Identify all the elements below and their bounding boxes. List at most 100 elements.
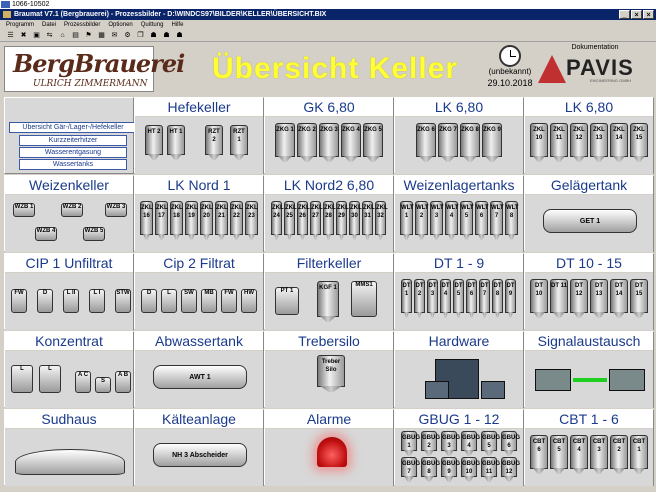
tank[interactable]: ZKL 20 <box>200 201 213 235</box>
tank[interactable]: DT 11 <box>550 279 568 313</box>
tank[interactable]: CBT 1 <box>630 435 648 469</box>
cell-abwasser[interactable]: Abwassertank AWT 1 <box>134 331 264 408</box>
tank[interactable]: ZKG 1 <box>275 123 295 157</box>
cell-weizenlager[interactable]: Weizenlagertanks WLT 1 WLT 2 WLT 3 WLT 4 WLT … <box>394 175 524 252</box>
cip-tank[interactable]: SW <box>181 289 197 313</box>
tank[interactable]: ZKL 12 <box>570 123 588 157</box>
hardware-icon[interactable] <box>425 381 449 399</box>
cell-kaelte[interactable]: Kälteanlage NH 3 Abscheider <box>134 409 264 486</box>
tank[interactable]: DT 1 <box>401 279 412 313</box>
cell-dt19[interactable]: DT 1 - 9 DT 1 DT 2 DT 3 DT 4 DT 5 DT 6 DT 7 DT 8… <box>394 253 524 330</box>
tank[interactable]: WLT 6 <box>475 201 489 235</box>
cell-title[interactable]: Weizenkeller <box>5 176 133 194</box>
cell-title[interactable]: Filterkeller <box>265 254 393 272</box>
tank[interactable]: ZKL 19 <box>185 201 198 235</box>
tank[interactable]: ZKG 4 <box>341 123 361 157</box>
concentrate-tank[interactable]: L <box>11 365 33 393</box>
wzb-tank[interactable]: WZB 5 <box>83 227 105 241</box>
concentrate-tank[interactable]: S <box>95 377 111 393</box>
menu-hilfe[interactable]: Hilfe <box>171 20 183 30</box>
toolbar-icon[interactable]: ✉ <box>110 32 119 40</box>
gbug-tank[interactable]: GBUG 4 <box>461 431 480 451</box>
tank[interactable]: DT 12 <box>570 279 588 313</box>
tank[interactable]: ZKL 25 <box>284 201 297 235</box>
pressure-tank[interactable]: PT 1 <box>275 287 299 315</box>
gbug-tank[interactable]: GBUG 11 <box>481 457 500 477</box>
cell-lknord1[interactable]: LK Nord 1 ZKL 16 ZKL 17 ZKL 18 ZKL 19 ZKL 20 Z… <box>134 175 264 252</box>
cell-lknord2[interactable]: LK Nord2 6,80 ZKL 24 ZKL 25 ZKL 26 ZKL 27 ZKL… <box>264 175 394 252</box>
menu-optionen[interactable]: Optionen <box>108 20 132 30</box>
tank[interactable]: ZKG 9 <box>482 123 502 157</box>
cell-hardware[interactable]: Hardware <box>394 331 524 408</box>
close-button[interactable]: × <box>643 10 654 19</box>
gbug-tank[interactable]: GBUG 6 <box>501 431 520 451</box>
tank[interactable]: DT 6 <box>466 279 477 313</box>
cell-sudhaus[interactable]: Sudhaus <box>4 409 134 486</box>
cip-tank[interactable]: FW <box>11 289 27 313</box>
tank[interactable]: WLT 7 <box>490 201 504 235</box>
tank[interactable]: CBT 3 <box>590 435 608 469</box>
tank[interactable]: ZKL 31 <box>362 201 375 235</box>
cell-lk2[interactable]: LK 6,80 ZKL 10 ZKL 11 ZKL 12 ZKL 13 ZKL 14 ZKL… <box>524 97 654 174</box>
cell-gelaeger[interactable]: Gelägertank GET 1 <box>524 175 654 252</box>
horizontal-tank[interactable]: GET 1 <box>543 209 637 233</box>
cell-title[interactable]: Kälteanlage <box>135 410 263 428</box>
cip-tank[interactable]: L II <box>63 289 79 313</box>
nav-kurzzeiterhitzer-button[interactable]: Kurzzeiterhitzer <box>19 135 127 146</box>
cip-tank[interactable]: MB <box>201 289 217 313</box>
cell-dt1015[interactable]: DT 10 - 15 DT 10 DT 11 DT 12 DT 13 DT 14 DT 15 <box>524 253 654 330</box>
cell-title[interactable]: GBUG 1 - 12 <box>395 410 523 428</box>
cell-title[interactable]: Trebersilo <box>265 332 393 350</box>
cell-title[interactable]: Hefekeller <box>135 98 263 116</box>
cell-cip2[interactable]: Cip 2 Filtrat D L SW MB FW HW <box>134 253 264 330</box>
tank[interactable]: ZKL 16 <box>140 201 153 235</box>
gbug-tank[interactable]: GBUG 12 <box>501 457 520 477</box>
tank[interactable]: WLT 2 <box>415 201 429 235</box>
signal-device-icon[interactable] <box>609 369 645 391</box>
tank[interactable]: DT 15 <box>630 279 648 313</box>
concentrate-tank[interactable]: A B <box>115 371 131 393</box>
toolbar-icon[interactable]: ☰ <box>6 32 15 40</box>
cell-title[interactable]: DT 10 - 15 <box>525 254 653 272</box>
tank[interactable]: ZKL 30 <box>349 201 362 235</box>
tank[interactable]: RZT 2 <box>205 125 223 155</box>
tank[interactable]: RZT 1 <box>230 125 248 155</box>
gbug-tank[interactable]: GBUG 8 <box>421 457 440 477</box>
toolbar-icon[interactable]: ⇆ <box>45 32 54 40</box>
cell-title[interactable]: Sudhaus <box>5 410 133 428</box>
cell-title[interactable]: Weizenlagertanks <box>395 176 523 194</box>
tank[interactable]: DT 7 <box>479 279 490 313</box>
gbug-tank[interactable]: GBUG 3 <box>441 431 460 451</box>
toolbar-icon[interactable]: ☗ <box>175 32 184 40</box>
tank[interactable]: WLT 8 <box>505 201 519 235</box>
treber-silo[interactable]: Treber Silo <box>317 355 345 387</box>
wzb-tank[interactable]: WZB 3 <box>105 203 127 217</box>
tank[interactable]: DT 14 <box>610 279 628 313</box>
cip-tank[interactable]: D <box>141 289 157 313</box>
cip-tank[interactable]: L I <box>89 289 105 313</box>
cell-title[interactable]: GK 6,80 <box>265 98 393 116</box>
minimize-button[interactable]: _ <box>619 10 630 19</box>
toolbar-icon[interactable]: ⚙ <box>123 32 132 40</box>
cip-tank[interactable]: D <box>37 289 53 313</box>
tank[interactable]: ZKL 15 <box>630 123 648 157</box>
cell-title[interactable]: Signalaustausch <box>525 332 653 350</box>
cell-gk[interactable]: GK 6,80 ZKG 1 ZKG 2 ZKG 3 ZKG 4 ZKG 5 <box>264 97 394 174</box>
hardware-icon[interactable] <box>481 381 505 399</box>
cip-tank[interactable]: L <box>161 289 177 313</box>
gbug-tank[interactable]: GBUG 7 <box>401 457 420 477</box>
horizontal-tank[interactable]: AWT 1 <box>153 365 247 389</box>
tank[interactable]: WLT 1 <box>400 201 414 235</box>
cell-gbug[interactable]: GBUG 1 - 12 GBUG 1 GBUG 2 GBUG 3 GBUG 4 GBUG … <box>394 409 524 486</box>
brew-kettle-icon[interactable] <box>15 449 125 475</box>
tank[interactable]: WLT 4 <box>445 201 459 235</box>
tank[interactable]: ZKG 7 <box>438 123 458 157</box>
gbug-tank[interactable]: GBUG 5 <box>481 431 500 451</box>
tank[interactable]: DT 10 <box>530 279 548 313</box>
tank[interactable]: HT 2 <box>145 125 163 155</box>
gbug-tank[interactable]: GBUG 10 <box>461 457 480 477</box>
toolbar-icon[interactable]: ☗ <box>149 32 158 40</box>
cell-cbt[interactable]: CBT 1 - 6 CBT 6 CBT 5 CBT 4 CBT 3 CBT 2 CBT 1 <box>524 409 654 486</box>
cell-title[interactable]: LK Nord 1 <box>135 176 263 194</box>
toolbar-icon[interactable]: ✖ <box>19 32 28 40</box>
